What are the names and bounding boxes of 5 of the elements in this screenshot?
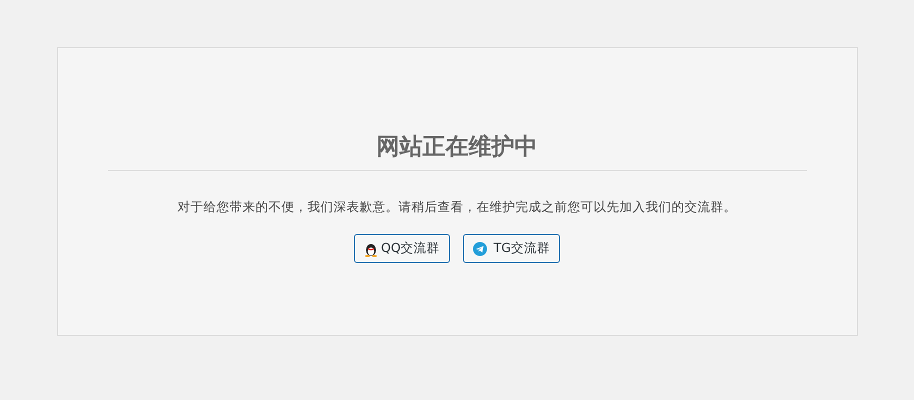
group-link-button[interactable]: QQ交流群 xyxy=(354,234,450,263)
paper-plane-icon xyxy=(472,242,487,256)
maintenance-message: 对于给您带来的不便，我们深表歉意。请稍后查看，在维护完成之前您可以先加入我们的交流群。 xyxy=(178,198,736,216)
group-link-button[interactable]: TG交流群 xyxy=(462,234,560,263)
page-title: 网站正在维护中 xyxy=(376,133,538,162)
